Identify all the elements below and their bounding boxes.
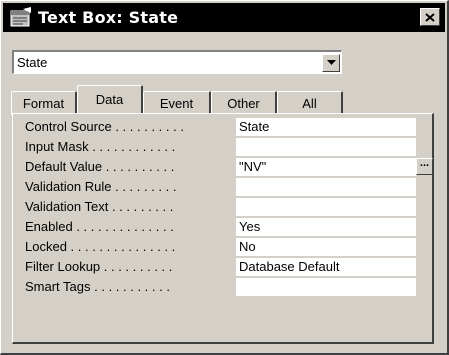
property-label: Validation Text . . . . . . . . . xyxy=(25,199,174,214)
tab-event[interactable]: Event xyxy=(143,91,211,115)
smart-tags-field[interactable] xyxy=(236,278,416,296)
default-value-field[interactable]: "NV" xyxy=(236,158,416,176)
close-button[interactable] xyxy=(420,8,440,26)
filter-lookup-field[interactable]: Database Default xyxy=(236,258,416,276)
object-selector-value[interactable]: State xyxy=(14,55,322,70)
validation-text-field[interactable] xyxy=(236,198,416,216)
tab-data[interactable]: Data xyxy=(77,85,143,113)
properties-window: Text Box: State State Format Data Event … xyxy=(0,0,449,355)
control-source-field[interactable]: State xyxy=(236,118,416,136)
property-label: Validation Rule . . . . . . . . . xyxy=(25,179,177,194)
property-row-validation-text: Validation Text . . . . . . . . . xyxy=(13,198,433,216)
tab-event-label: Event xyxy=(159,96,194,111)
property-row-smart-tags: Smart Tags . . . . . . . . . . . xyxy=(13,278,433,296)
input-mask-field[interactable] xyxy=(236,138,416,156)
property-row-input-mask: Input Mask . . . . . . . . . . . . xyxy=(13,138,433,156)
validation-rule-field[interactable] xyxy=(236,178,416,196)
object-selector-dropdown-button[interactable] xyxy=(322,53,340,72)
property-label: Control Source . . . . . . . . . . xyxy=(25,119,184,134)
property-row-enabled: Enabled . . . . . . . . . . . . . . Yes xyxy=(13,218,433,236)
locked-field[interactable]: No xyxy=(236,238,416,256)
tab-all-label: All xyxy=(302,96,317,111)
tab-format-label: Format xyxy=(22,96,65,111)
window-title: Text Box: State xyxy=(38,8,179,27)
property-label: Filter Lookup . . . . . . . . . . xyxy=(25,259,173,274)
tab-other-label: Other xyxy=(227,96,260,111)
close-icon xyxy=(425,12,435,22)
property-row-default-value: Default Value . . . . . . . . . . "NV" .… xyxy=(13,158,433,176)
tab-format[interactable]: Format xyxy=(11,91,77,115)
property-label: Input Mask . . . . . . . . . . . . xyxy=(25,139,176,154)
property-sheet: Control Source . . . . . . . . . . State… xyxy=(12,113,434,344)
tab-other[interactable]: Other xyxy=(211,91,277,115)
title-bar[interactable]: Text Box: State xyxy=(3,3,445,32)
chevron-down-icon xyxy=(326,60,336,65)
property-row-locked: Locked . . . . . . . . . . . . . . . No xyxy=(13,238,433,256)
enabled-field[interactable]: Yes xyxy=(236,218,416,236)
property-row-control-source: Control Source . . . . . . . . . . State xyxy=(13,118,433,136)
tab-data-label: Data xyxy=(95,92,124,107)
property-row-validation-rule: Validation Rule . . . . . . . . . xyxy=(13,178,433,196)
build-button[interactable]: ... xyxy=(416,158,433,175)
property-label: Enabled . . . . . . . . . . . . . . xyxy=(25,219,174,234)
object-selector[interactable]: State xyxy=(12,50,342,74)
property-label: Smart Tags . . . . . . . . . . . xyxy=(25,279,170,294)
tab-all[interactable]: All xyxy=(277,91,343,115)
property-label: Locked . . . . . . . . . . . . . . . xyxy=(25,239,176,254)
properties-icon xyxy=(9,6,33,29)
property-label: Default Value . . . . . . . . . . xyxy=(25,159,175,174)
property-row-filter-lookup: Filter Lookup . . . . . . . . . . Databa… xyxy=(13,258,433,276)
